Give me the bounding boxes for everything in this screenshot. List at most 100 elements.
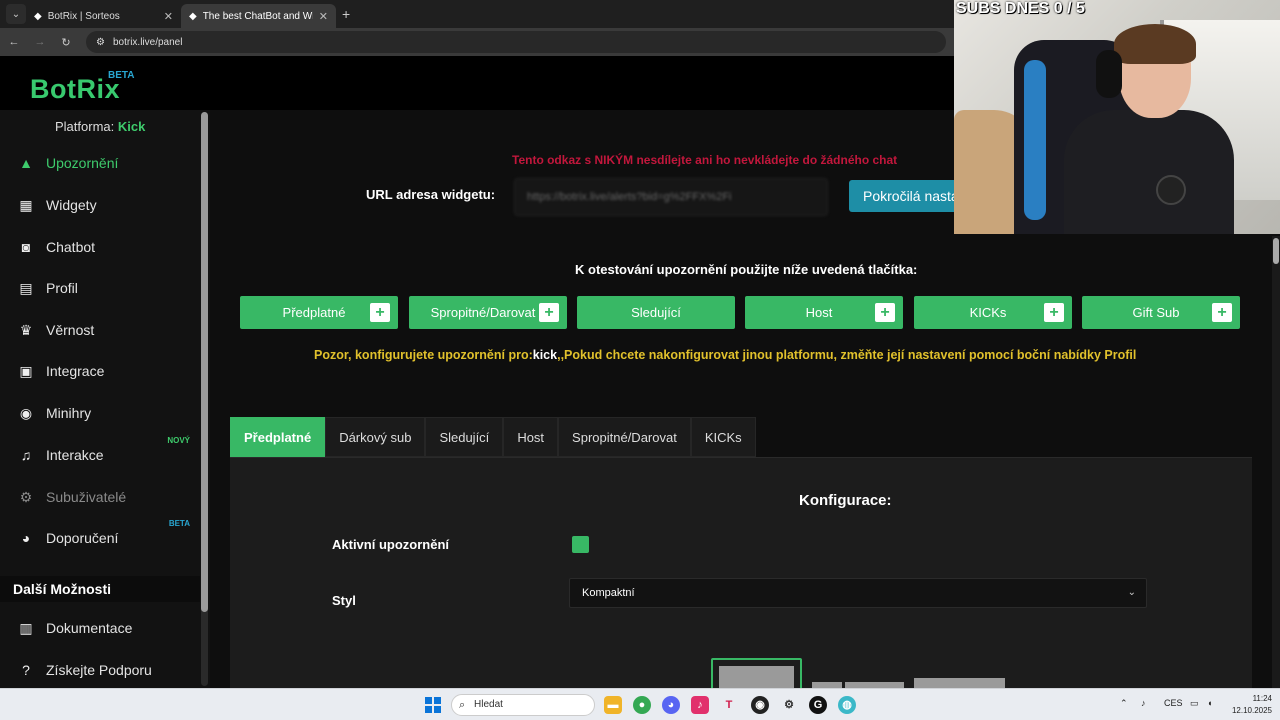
discord-icon[interactable]: ◕ bbox=[662, 696, 680, 714]
tab-host[interactable]: Host bbox=[503, 417, 559, 457]
taskbar-search[interactable]: ⌕ Hledat bbox=[451, 694, 595, 716]
globe-app-icon[interactable]: ◍ bbox=[838, 696, 856, 714]
sidebar-item-doporuceni[interactable]: ◕ Doporučení BETA bbox=[18, 519, 198, 551]
sidebar-item-label: Věrnost bbox=[46, 322, 95, 338]
sidebar-scrollbar-thumb[interactable] bbox=[201, 112, 208, 612]
cam-headset bbox=[1096, 50, 1122, 98]
widget-url-label: URL adresa widgetu: bbox=[366, 187, 496, 202]
button-label: Sledující bbox=[631, 305, 681, 320]
forward-icon[interactable]: → bbox=[34, 36, 46, 48]
sidebar-item-label: Získejte Podporu bbox=[46, 662, 152, 678]
language-indicator[interactable]: CES bbox=[1164, 698, 1183, 708]
widget-url-input[interactable]: https://botrix.live/alerts?bid=g%2FFX%2F… bbox=[514, 178, 828, 216]
style-select-value: Kompaktní bbox=[582, 587, 635, 599]
question-icon: ? bbox=[22, 662, 30, 678]
button-label: Předplatné bbox=[282, 305, 346, 320]
file-explorer-icon[interactable]: ▬ bbox=[604, 696, 622, 714]
network-icon[interactable]: ▭ bbox=[1190, 698, 1199, 709]
button-label: Spropitné/Darovat bbox=[430, 305, 536, 320]
sidebar-item-dokumentace[interactable]: ▥ Dokumentace bbox=[18, 615, 198, 641]
style-preview-option[interactable] bbox=[914, 678, 1005, 688]
test-host-button[interactable]: Host + bbox=[745, 296, 903, 329]
sidebar-item-widgety[interactable]: ▦ Widgety bbox=[18, 192, 198, 218]
botrix-favicon-icon: ◆ bbox=[189, 10, 197, 22]
users-icon: ◕ bbox=[21, 530, 31, 546]
reload-icon[interactable]: ↻ bbox=[60, 36, 72, 49]
sidebar-item-profil[interactable]: ▤ Profil bbox=[18, 275, 198, 301]
botrix-logo[interactable]: BotRix bbox=[30, 74, 120, 105]
warning-icon: ▲ bbox=[19, 155, 33, 171]
user-gear-icon: ⚙ bbox=[19, 488, 33, 505]
plus-icon[interactable]: + bbox=[1212, 303, 1232, 322]
tab-sledujici[interactable]: Sledující bbox=[425, 417, 504, 457]
tab-title: BotRix | Sorteos bbox=[47, 10, 120, 22]
plus-icon[interactable]: + bbox=[875, 303, 895, 322]
button-label: Gift Sub bbox=[1132, 305, 1180, 320]
sidebar-item-minihry[interactable]: ◉ Minihry bbox=[18, 400, 198, 426]
chrome-icon[interactable]: ● bbox=[633, 696, 651, 714]
settings-icon[interactable]: ⚙ bbox=[780, 696, 798, 714]
test-gift-sub-button[interactable]: Gift Sub + bbox=[1082, 296, 1240, 329]
sidebar-item-label: Dokumentace bbox=[46, 620, 133, 636]
url-text: botrix.live/panel bbox=[112, 36, 183, 48]
platform-indicator: Platforma: Kick bbox=[55, 119, 145, 134]
test-subscription-button[interactable]: Předplatné + bbox=[240, 296, 398, 329]
main-scrollbar-thumb[interactable] bbox=[1273, 238, 1279, 264]
test-kicks-button[interactable]: KICKs + bbox=[914, 296, 1072, 329]
tray-chevron-icon[interactable]: ⌃ bbox=[1120, 698, 1128, 709]
sidebar-item-label: Widgety bbox=[46, 197, 97, 213]
windows-start-icon[interactable] bbox=[425, 697, 441, 713]
text-app-icon[interactable]: T bbox=[720, 696, 738, 714]
volume-icon[interactable]: ◖ bbox=[1207, 698, 1212, 708]
tab-predplatne[interactable]: Předplatné bbox=[230, 417, 326, 457]
tab-darkovy-sub[interactable]: Dárkový sub bbox=[325, 417, 426, 457]
music-app-icon[interactable]: ◉ bbox=[751, 696, 769, 714]
main-scrollbar-track[interactable] bbox=[1272, 236, 1280, 688]
sidebar-item-interakce[interactable]: ♫ Interakce NOVÝ bbox=[18, 436, 198, 468]
browser-tab-1[interactable]: ◆ BotRix | Sorteos ✕ bbox=[26, 4, 181, 28]
active-alert-label: Aktivní upozornění bbox=[332, 537, 449, 552]
tiktok-icon[interactable]: ♪ bbox=[691, 696, 709, 714]
tab-kicks[interactable]: KICKs bbox=[690, 417, 756, 457]
chevron-down-icon: ⌄ bbox=[1127, 587, 1136, 598]
active-alert-checkbox[interactable] bbox=[572, 536, 589, 553]
sidebar-item-label: Interakce bbox=[46, 447, 104, 463]
style-select[interactable]: Kompaktní ⌄ bbox=[569, 578, 1147, 608]
plus-icon[interactable]: + bbox=[1044, 303, 1064, 322]
url-field[interactable]: ⚙ botrix.live/panel bbox=[86, 31, 946, 53]
gamepad-icon: ◉ bbox=[19, 404, 33, 421]
sidebar-item-label: Minihry bbox=[46, 405, 92, 421]
platform-value: Kick bbox=[117, 119, 146, 134]
style-preview-option-selected[interactable] bbox=[711, 658, 802, 688]
music-icon: ♫ bbox=[20, 447, 32, 463]
sidebar-item-podpora[interactable]: ? Získejte Podporu bbox=[18, 657, 198, 683]
button-label: Host bbox=[805, 305, 833, 320]
close-tab-icon[interactable]: ✕ bbox=[319, 10, 328, 23]
taskbar-clock[interactable]: 11:24 12.10.2025 bbox=[1228, 693, 1272, 717]
plus-icon[interactable]: + bbox=[539, 303, 559, 322]
new-badge: NOVÝ bbox=[167, 436, 190, 445]
test-instructions: K otestování upozornění použijte níže uv… bbox=[575, 262, 918, 277]
url-warning-text: Tento odkaz s NIKÝM nesdílejte ani ho ne… bbox=[512, 153, 898, 167]
tab-spropitne[interactable]: Spropitné/Darovat bbox=[558, 417, 691, 457]
style-label: Styl bbox=[332, 593, 356, 608]
sidebar-item-vernost[interactable]: ♛ Věrnost bbox=[18, 317, 198, 343]
scroll-icon: ▥ bbox=[19, 619, 33, 636]
test-follow-button[interactable]: Sledující bbox=[577, 296, 735, 329]
new-tab-button[interactable]: + bbox=[342, 6, 350, 22]
preview-image bbox=[719, 666, 794, 688]
browser-tab-2[interactable]: ◆ The best ChatBot and Widgets ✕ bbox=[181, 4, 336, 28]
sidebar-item-integrace[interactable]: ▣ Integrace bbox=[18, 358, 198, 384]
back-icon[interactable]: ← bbox=[8, 36, 20, 48]
sidebar-item-chatbot[interactable]: ◙ Chatbot bbox=[18, 234, 198, 260]
tab-search-dropdown[interactable]: ⌄ bbox=[6, 4, 26, 24]
plus-icon[interactable]: + bbox=[370, 303, 390, 322]
microphone-icon[interactable]: ♪ bbox=[1141, 698, 1146, 708]
close-tab-icon[interactable]: ✕ bbox=[164, 10, 173, 23]
search-icon: ⌕ bbox=[459, 699, 466, 711]
site-info-icon[interactable]: ⚙ bbox=[96, 37, 105, 48]
g-app-icon[interactable]: G bbox=[809, 696, 827, 714]
test-tip-button[interactable]: Spropitné/Darovat + bbox=[409, 296, 567, 329]
sidebar-item-upozorneni[interactable]: ▲ Upozornění bbox=[18, 150, 198, 176]
cam-person-hair bbox=[1114, 24, 1196, 64]
